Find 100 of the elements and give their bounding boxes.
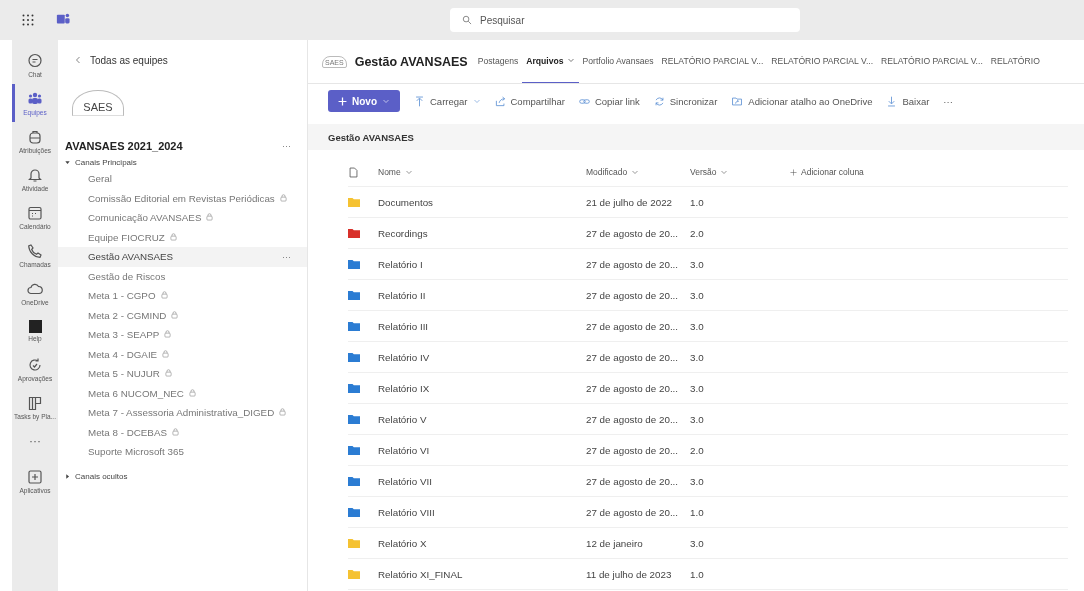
column-header[interactable]: Nome xyxy=(378,167,586,177)
section-toggle[interactable]: Canais ocultos xyxy=(65,471,128,481)
channel-item[interactable]: Gestão de Riscos xyxy=(58,266,307,286)
lock-icon xyxy=(171,310,179,319)
channel-item[interactable]: Meta 6 NUCOM_NEC xyxy=(58,383,307,403)
team-logo: SAES xyxy=(72,90,124,116)
modified-date: 27 de agosto de 20... xyxy=(586,413,680,425)
modified-date: 27 de agosto de 20... xyxy=(586,320,680,332)
file-name[interactable]: Relatório VIII xyxy=(378,506,586,518)
modified-date: 27 de agosto de 20... xyxy=(586,444,680,456)
version-number: 3.0 xyxy=(690,413,705,425)
toolbar-button[interactable]: Compartilhar xyxy=(494,95,565,107)
modified-date: 21 de julho de 2022 xyxy=(586,196,674,208)
channel-item[interactable]: Gestão AVANSAES ··· xyxy=(58,247,307,267)
chevron-down-icon xyxy=(720,168,729,176)
toolbar-button[interactable]: Adicionar atalho ao OneDrive xyxy=(731,95,873,107)
toolbar-button[interactable]: Sincronizar xyxy=(653,95,718,107)
tab[interactable]: Arquivos xyxy=(522,40,579,83)
file-name[interactable]: Relatório II xyxy=(378,289,586,301)
more-button[interactable]: ··· xyxy=(943,95,953,107)
tab[interactable]: RELATÓRIO PARCIAL V... xyxy=(767,40,878,83)
upload-icon xyxy=(414,95,425,107)
lock-icon xyxy=(160,291,168,300)
channel-title: Gestão AVANSAES xyxy=(354,54,468,69)
channel-item[interactable]: Comissão Editorial em Revistas Periódicas xyxy=(58,188,307,208)
app-icon xyxy=(28,320,42,333)
toolbar-button[interactable]: Baixar xyxy=(886,95,930,107)
channel-item[interactable]: Meta 8 - DCEBAS xyxy=(58,422,307,442)
tab[interactable]: Postagens xyxy=(473,40,523,83)
version-number: 2.0 xyxy=(690,227,705,239)
file-name[interactable]: Relatório IV xyxy=(378,351,586,363)
more-button[interactable]: ··· xyxy=(12,426,58,456)
breadcrumb: Gestão AVANSAES xyxy=(328,131,414,143)
share-icon xyxy=(494,95,506,107)
tab[interactable]: RELATÓRIO PARCIAL V... xyxy=(657,40,768,83)
tab[interactable]: Portfolio Avansaes xyxy=(578,40,658,83)
toolbar-button[interactable]: Copiar link xyxy=(578,95,640,107)
file-name[interactable]: Relatório X xyxy=(378,537,586,549)
search-icon xyxy=(462,15,472,25)
sync-icon xyxy=(653,95,665,107)
people-icon xyxy=(27,90,43,107)
teams-logo-icon xyxy=(56,12,70,26)
version-number: 3.0 xyxy=(690,258,705,270)
modified-date: 27 de agosto de 20... xyxy=(586,506,680,518)
file-name[interactable]: Relatório XI_FINAL xyxy=(378,568,586,580)
lock-icon xyxy=(188,388,196,397)
add-column-button[interactable]: Adicionar coluna xyxy=(790,167,1068,177)
modified-date: 27 de agosto de 20... xyxy=(586,227,680,239)
file-name[interactable]: Relatório VI xyxy=(378,444,586,456)
caret-right-icon xyxy=(65,473,70,479)
phone-icon xyxy=(27,242,43,259)
calendar-icon xyxy=(27,204,43,221)
modified-date: 27 de agosto de 20... xyxy=(586,351,680,363)
channel-item[interactable]: Meta 2 - CGMIND xyxy=(58,305,307,325)
toolbar-button[interactable]: Carregar xyxy=(414,95,481,107)
file-name[interactable]: Relatório IX xyxy=(378,382,586,394)
channel-item[interactable]: Meta 3 - SEAPP xyxy=(58,325,307,345)
channel-item[interactable]: Meta 4 - DGAIE xyxy=(58,344,307,364)
tab[interactable]: RELATÓRIO PARCIAL V... xyxy=(877,40,987,83)
version-number: 3.0 xyxy=(690,475,705,487)
version-number: 2.0 xyxy=(690,444,705,456)
more-button[interactable]: ··· xyxy=(282,251,291,262)
channel-item[interactable]: Meta 5 - NUJUR xyxy=(58,364,307,384)
chat-icon xyxy=(27,52,43,69)
channel-item[interactable]: Suporte Microsoft 365 xyxy=(58,442,307,462)
version-number: 1.0 xyxy=(690,506,705,518)
channel-item[interactable]: Meta 7 - Assessoria Administrativa_DIGED xyxy=(58,403,307,423)
search-field[interactable]: Pesquisar xyxy=(450,8,800,32)
plus-icon xyxy=(790,168,797,176)
file-name[interactable]: Relatório VII xyxy=(378,475,586,487)
more-button[interactable]: ··· xyxy=(282,141,291,151)
modified-date: 27 de agosto de 20... xyxy=(586,258,680,270)
app-launcher-icon xyxy=(22,14,34,26)
bell-icon xyxy=(27,166,43,183)
tab[interactable]: RELATÓRIO xyxy=(986,40,1044,83)
version-number: 3.0 xyxy=(690,537,705,549)
new-button[interactable]: Novo xyxy=(328,90,400,112)
column-header[interactable]: Modificado xyxy=(586,167,690,177)
column-header[interactable]: Versão xyxy=(690,167,790,177)
file-icon xyxy=(348,165,359,179)
file-name[interactable]: Relatório V xyxy=(378,413,586,425)
channel-item[interactable]: Geral xyxy=(58,169,307,189)
version-number: 1.0 xyxy=(690,568,705,580)
section-toggle[interactable]: Canais Principais xyxy=(65,158,137,167)
channel-item[interactable]: Meta 1 - CGPO xyxy=(58,286,307,306)
lock-icon xyxy=(169,232,177,241)
approvals-icon xyxy=(27,356,43,373)
channel-item[interactable]: Comunicação AVANSAES xyxy=(58,208,307,228)
file-name[interactable]: Documentos xyxy=(378,196,586,208)
file-name[interactable]: Recordings xyxy=(378,227,586,239)
add-icon xyxy=(27,468,43,485)
channel-item[interactable]: Equipe FIOCRUZ xyxy=(58,227,307,247)
modified-date: 11 de julho de 2023 xyxy=(586,568,673,580)
backpack-icon xyxy=(27,128,43,145)
team-name: AVANSAES 2021_2024 xyxy=(65,140,183,152)
planner-icon xyxy=(27,394,43,411)
file-name[interactable]: Relatório III xyxy=(378,320,586,332)
back-link[interactable]: Todas as equipes xyxy=(58,52,184,68)
file-name[interactable]: Relatório I xyxy=(378,258,586,270)
caret-down-icon xyxy=(65,160,70,165)
